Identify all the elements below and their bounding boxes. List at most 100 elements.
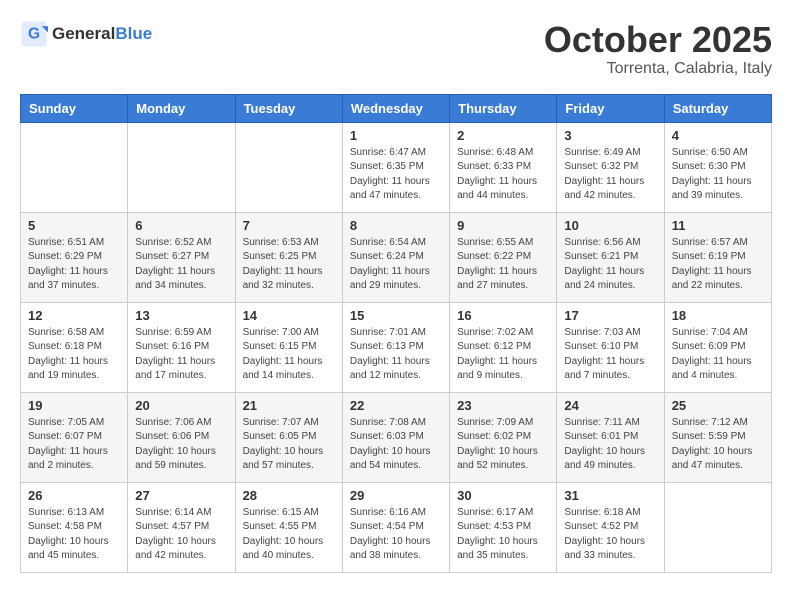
table-row: 22Sunrise: 7:08 AM Sunset: 6:03 PM Dayli… — [342, 392, 449, 482]
day-number: 13 — [135, 308, 227, 323]
day-info: Sunrise: 6:55 AM Sunset: 6:22 PM Dayligh… — [457, 236, 549, 294]
day-info: Sunrise: 6:52 AM Sunset: 6:27 PM Dayligh… — [135, 236, 227, 294]
table-row: 18Sunrise: 7:04 AM Sunset: 6:09 PM Dayli… — [664, 302, 771, 392]
day-info: Sunrise: 6:16 AM Sunset: 4:54 PM Dayligh… — [350, 506, 442, 564]
table-row: 25Sunrise: 7:12 AM Sunset: 5:59 PM Dayli… — [664, 392, 771, 482]
table-row: 4 Sunrise: 6:50 AM Sunset: 6:30 PM Daylig… — [664, 122, 771, 212]
page-header: G GeneralBlue October 2025 Torrenta, Cal… — [20, 20, 772, 78]
day-number: 10 — [564, 218, 656, 233]
day-number: 24 — [564, 398, 656, 413]
day-number: 14 — [243, 308, 335, 323]
day-number: 1 — [350, 128, 442, 143]
col-wednesday: Wednesday — [342, 94, 449, 122]
col-saturday: Saturday — [664, 94, 771, 122]
day-number: 2 — [457, 128, 549, 143]
table-row: 13 Sunrise: 6:59 AM Sunset: 6:16 PM Dayli… — [128, 302, 235, 392]
calendar-week-row: 26Sunrise: 6:13 AM Sunset: 4:58 PM Dayli… — [21, 482, 772, 572]
calendar-week-row: 12 Sunrise: 6:58 AM Sunset: 6:18 PM Dayli… — [21, 302, 772, 392]
day-number: 19 — [28, 398, 120, 413]
calendar-table: Sunday Monday Tuesday Wednesday Thursday… — [20, 94, 772, 573]
day-number: 30 — [457, 488, 549, 503]
day-info: Sunrise: 7:04 AM Sunset: 6:09 PM Dayligh… — [672, 326, 764, 384]
day-info: Sunrise: 6:15 AM Sunset: 4:55 PM Dayligh… — [243, 506, 335, 564]
location-subtitle: Torrenta, Calabria, Italy — [544, 60, 772, 78]
table-row: 9 Sunrise: 6:55 AM Sunset: 6:22 PM Daylig… — [450, 212, 557, 302]
day-info: Sunrise: 6:59 AM Sunset: 6:16 PM Dayligh… — [135, 326, 227, 384]
day-number: 28 — [243, 488, 335, 503]
day-number: 8 — [350, 218, 442, 233]
day-info: Sunrise: 6:51 AM Sunset: 6:29 PM Dayligh… — [28, 236, 120, 294]
table-row: 14Sunrise: 7:00 AM Sunset: 6:15 PM Dayli… — [235, 302, 342, 392]
day-number: 7 — [243, 218, 335, 233]
day-info: Sunrise: 7:09 AM Sunset: 6:02 PM Dayligh… — [457, 416, 549, 474]
day-number: 25 — [672, 398, 764, 413]
table-row: 28 Sunrise: 6:15 AM Sunset: 4:55 PM Dayli… — [235, 482, 342, 572]
table-row: 17 Sunrise: 7:03 AM Sunset: 6:10 PM Dayli… — [557, 302, 664, 392]
day-number: 29 — [350, 488, 442, 503]
title-area: October 2025 Torrenta, Calabria, Italy — [544, 20, 772, 78]
table-row — [21, 122, 128, 212]
day-info: Sunrise: 6:17 AM Sunset: 4:53 PM Dayligh… — [457, 506, 549, 564]
logo-blue: Blue — [115, 24, 152, 43]
day-info: Sunrise: 7:01 AM Sunset: 6:13 PM Dayligh… — [350, 326, 442, 384]
day-number: 6 — [135, 218, 227, 233]
col-sunday: Sunday — [21, 94, 128, 122]
day-number: 17 — [564, 308, 656, 323]
table-row — [235, 122, 342, 212]
table-row: 23Sunrise: 7:09 AM Sunset: 6:02 PM Dayli… — [450, 392, 557, 482]
table-row: 20Sunrise: 7:06 AM Sunset: 6:06 PM Dayli… — [128, 392, 235, 482]
table-row: 19 Sunrise: 7:05 AM Sunset: 6:07 PM Dayli… — [21, 392, 128, 482]
table-row: 10 Sunrise: 6:56 AM Sunset: 6:21 PM Dayli… — [557, 212, 664, 302]
logo-icon: G — [20, 20, 48, 48]
table-row: 15Sunrise: 7:01 AM Sunset: 6:13 PM Dayli… — [342, 302, 449, 392]
svg-text:G: G — [28, 26, 40, 43]
table-row: 21Sunrise: 7:07 AM Sunset: 6:05 PM Dayli… — [235, 392, 342, 482]
day-number: 21 — [243, 398, 335, 413]
month-title: October 2025 — [544, 20, 772, 60]
col-monday: Monday — [128, 94, 235, 122]
table-row — [128, 122, 235, 212]
table-row: 8 Sunrise: 6:54 AM Sunset: 6:24 PM Daylig… — [342, 212, 449, 302]
day-info: Sunrise: 7:05 AM Sunset: 6:07 PM Dayligh… — [28, 416, 120, 474]
logo-text: GeneralBlue — [52, 24, 152, 44]
logo-general: General — [52, 24, 115, 43]
day-info: Sunrise: 6:54 AM Sunset: 6:24 PM Dayligh… — [350, 236, 442, 294]
day-number: 4 — [672, 128, 764, 143]
col-friday: Friday — [557, 94, 664, 122]
day-number: 12 — [28, 308, 120, 323]
day-number: 31 — [564, 488, 656, 503]
day-info: Sunrise: 6:57 AM Sunset: 6:19 PM Dayligh… — [672, 236, 764, 294]
day-number: 3 — [564, 128, 656, 143]
day-info: Sunrise: 7:03 AM Sunset: 6:10 PM Dayligh… — [564, 326, 656, 384]
day-info: Sunrise: 6:49 AM Sunset: 6:32 PM Dayligh… — [564, 146, 656, 204]
table-row: 27Sunrise: 6:14 AM Sunset: 4:57 PM Dayli… — [128, 482, 235, 572]
table-row: 29 Sunrise: 6:16 AM Sunset: 4:54 PM Dayli… — [342, 482, 449, 572]
day-number: 22 — [350, 398, 442, 413]
calendar-week-row: 5Sunrise: 6:51 AM Sunset: 6:29 PM Daylig… — [21, 212, 772, 302]
day-number: 9 — [457, 218, 549, 233]
day-info: Sunrise: 6:18 AM Sunset: 4:52 PM Dayligh… — [564, 506, 656, 564]
table-row: 24 Sunrise: 7:11 AM Sunset: 6:01 PM Dayli… — [557, 392, 664, 482]
table-row: 16 Sunrise: 7:02 AM Sunset: 6:12 PM Dayli… — [450, 302, 557, 392]
day-info: Sunrise: 6:48 AM Sunset: 6:33 PM Dayligh… — [457, 146, 549, 204]
table-row: 31 Sunrise: 6:18 AM Sunset: 4:52 PM Dayli… — [557, 482, 664, 572]
day-info: Sunrise: 7:11 AM Sunset: 6:01 PM Dayligh… — [564, 416, 656, 474]
calendar-week-row: 19 Sunrise: 7:05 AM Sunset: 6:07 PM Dayli… — [21, 392, 772, 482]
table-row: 2 Sunrise: 6:48 AM Sunset: 6:33 PM Daylig… — [450, 122, 557, 212]
day-info: Sunrise: 6:13 AM Sunset: 4:58 PM Dayligh… — [28, 506, 120, 564]
table-row: 3 Sunrise: 6:49 AM Sunset: 6:32 PM Daylig… — [557, 122, 664, 212]
table-row: 7Sunrise: 6:53 AM Sunset: 6:25 PM Daylig… — [235, 212, 342, 302]
day-info: Sunrise: 6:56 AM Sunset: 6:21 PM Dayligh… — [564, 236, 656, 294]
day-info: Sunrise: 6:14 AM Sunset: 4:57 PM Dayligh… — [135, 506, 227, 564]
day-info: Sunrise: 6:58 AM Sunset: 6:18 PM Dayligh… — [28, 326, 120, 384]
day-number: 16 — [457, 308, 549, 323]
table-row: 26Sunrise: 6:13 AM Sunset: 4:58 PM Dayli… — [21, 482, 128, 572]
day-number: 20 — [135, 398, 227, 413]
table-row: 5Sunrise: 6:51 AM Sunset: 6:29 PM Daylig… — [21, 212, 128, 302]
table-row: 1 Sunrise: 6:47 AM Sunset: 6:35 PM Daylig… — [342, 122, 449, 212]
table-row: 11Sunrise: 6:57 AM Sunset: 6:19 PM Dayli… — [664, 212, 771, 302]
logo: G GeneralBlue — [20, 20, 152, 48]
day-info: Sunrise: 6:47 AM Sunset: 6:35 PM Dayligh… — [350, 146, 442, 204]
day-info: Sunrise: 6:50 AM Sunset: 6:30 PM Dayligh… — [672, 146, 764, 204]
day-info: Sunrise: 7:02 AM Sunset: 6:12 PM Dayligh… — [457, 326, 549, 384]
